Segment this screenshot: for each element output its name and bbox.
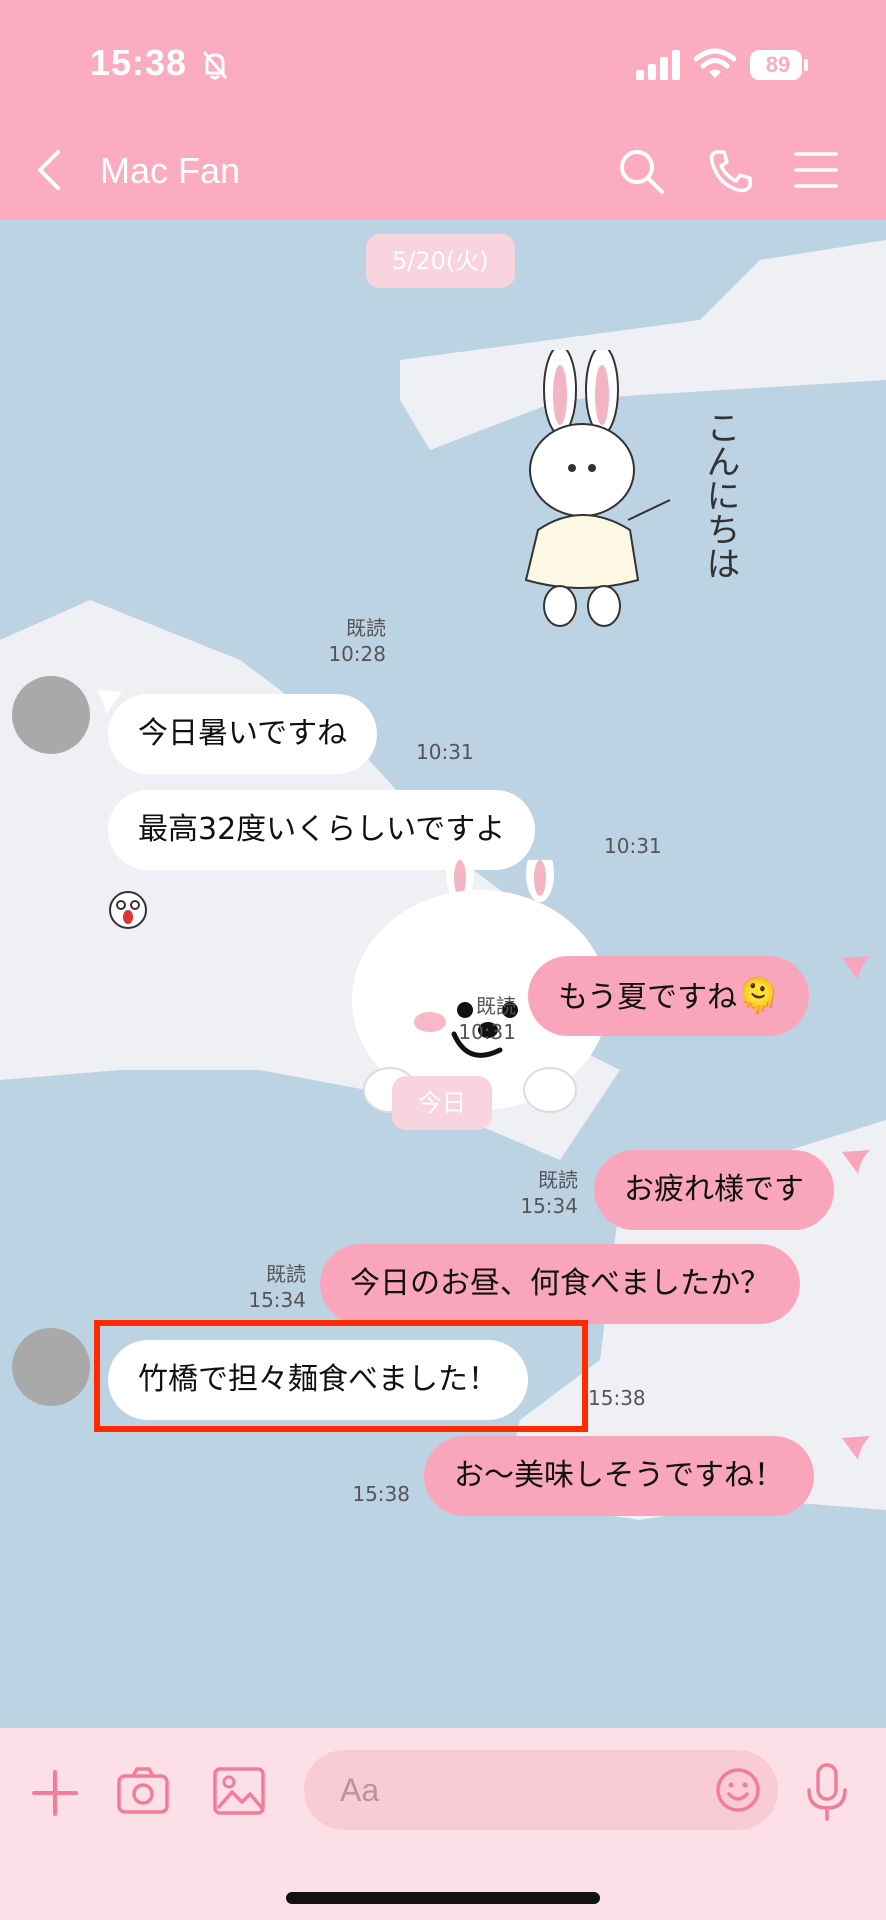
- chat-header: Mac Fan: [0, 120, 886, 220]
- image-icon[interactable]: [212, 1766, 266, 1816]
- read-receipt: 既読: [538, 1168, 578, 1192]
- message-bubble[interactable]: 今日のお昼、何食べましたか？: [320, 1244, 800, 1324]
- back-chevron-icon[interactable]: [28, 146, 68, 194]
- message-time: 10:31: [458, 1020, 516, 1044]
- read-receipt: 既読: [266, 1262, 306, 1286]
- input-bar: Aa: [0, 1728, 886, 1920]
- plus-icon[interactable]: [30, 1768, 80, 1818]
- message-text: もう夏ですね: [558, 980, 738, 1015]
- emoji-icon[interactable]: [714, 1766, 762, 1814]
- message-time: 15:38: [352, 1482, 410, 1506]
- microphone-icon[interactable]: [804, 1762, 850, 1822]
- camera-icon[interactable]: [116, 1766, 170, 1816]
- message-input[interactable]: Aa: [304, 1750, 778, 1830]
- message-time: 15:34: [248, 1288, 306, 1312]
- wifi-icon: [694, 48, 736, 78]
- status-bar: 15:38 89: [0, 0, 886, 120]
- message-time: 10:31: [416, 740, 474, 764]
- read-receipt: 既読: [476, 994, 516, 1018]
- highlight-box: [94, 1320, 588, 1432]
- bubble-tail: [842, 1436, 870, 1460]
- chat-area[interactable]: 5/20(火) こんにちは 既読 10:28 今日暑いですね 10:31 最高3…: [0, 220, 886, 1728]
- message-bubble[interactable]: お疲れ様です: [594, 1150, 834, 1230]
- phone-icon[interactable]: [706, 146, 756, 196]
- read-receipt: 既読: [346, 616, 386, 640]
- date-separator: 5/20(火): [366, 234, 515, 288]
- message-bubble[interactable]: 今日暑いですね: [108, 694, 378, 774]
- message-bubble[interactable]: 最高32度いくらしいですよ: [108, 790, 536, 870]
- chat-title: Mac Fan: [100, 150, 241, 191]
- bubble-tail: [842, 956, 870, 980]
- message-input-placeholder: Aa: [340, 1772, 380, 1808]
- date-separator: 今日: [392, 1076, 492, 1130]
- status-time: 15:38: [90, 42, 188, 83]
- surprised-face-icon: [109, 891, 147, 929]
- message-bubble[interactable]: お〜美味しそうですね！: [424, 1436, 814, 1516]
- message-time: 10:31: [604, 834, 662, 858]
- signal-icon: [636, 50, 680, 80]
- message-time: 10:28: [328, 642, 386, 666]
- search-icon[interactable]: [616, 146, 666, 196]
- melting-face-icon: 🫠: [737, 976, 780, 1016]
- avatar[interactable]: [12, 676, 90, 754]
- bubble-tail: [842, 1150, 870, 1174]
- avatar[interactable]: [12, 1328, 90, 1406]
- message-time: 15:34: [520, 1194, 578, 1218]
- battery-level: 89: [765, 52, 791, 77]
- sticker-text: こんにちは: [700, 410, 740, 580]
- message-bubble[interactable]: もう夏ですね🫠: [528, 956, 810, 1036]
- home-indicator: [286, 1892, 600, 1904]
- menu-icon[interactable]: [794, 150, 838, 190]
- bell-slash-icon: [202, 51, 228, 80]
- message-time: 15:38: [588, 1386, 646, 1410]
